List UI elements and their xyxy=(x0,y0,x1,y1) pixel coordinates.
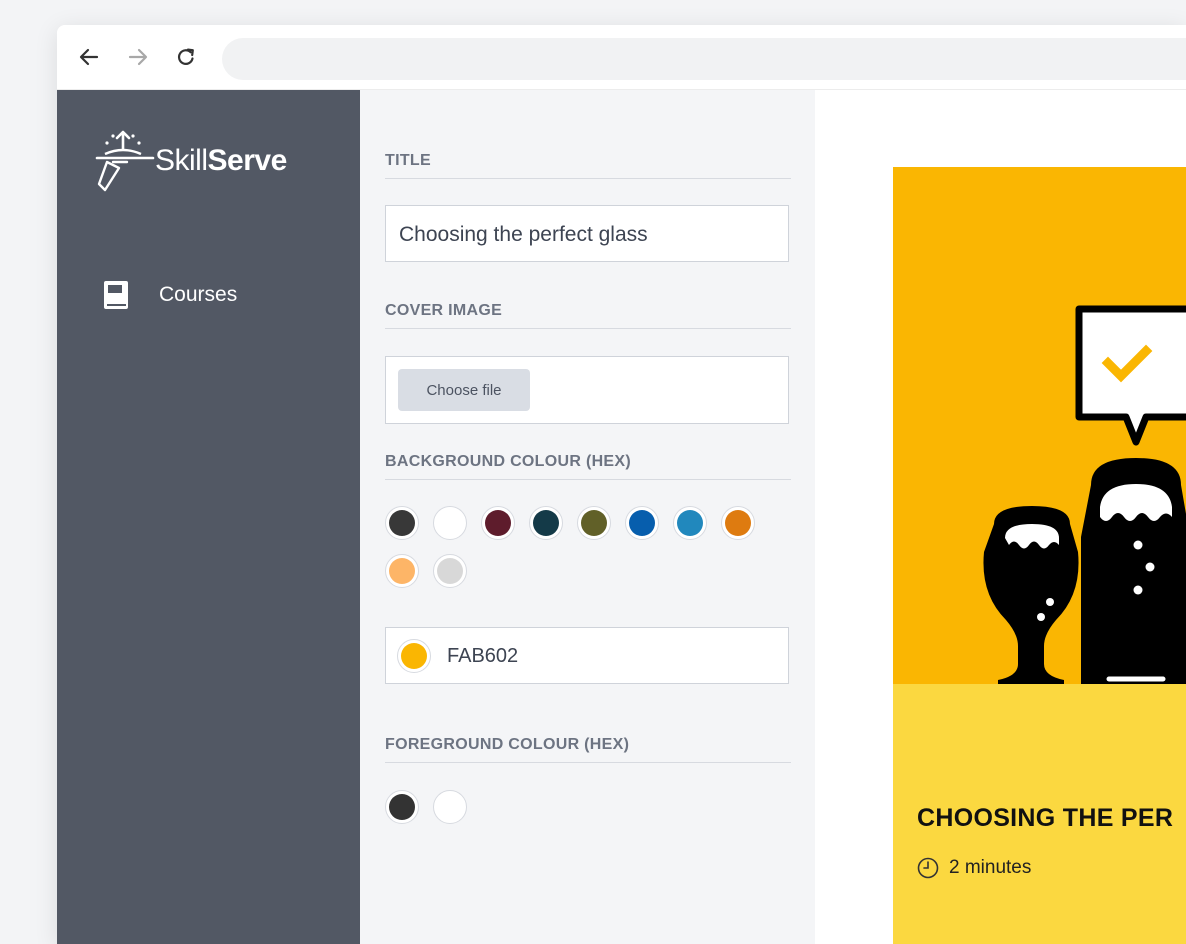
course-preview: CHOOSING THE PER 2 minutes xyxy=(815,90,1186,944)
card-duration: 2 minutes xyxy=(917,857,1031,879)
browser-toolbar xyxy=(57,25,1186,90)
card-cover-image xyxy=(893,167,1186,697)
cover-image-label: COVER IMAGE xyxy=(385,302,791,329)
beer-glasses-illustration xyxy=(983,305,1186,697)
book-icon xyxy=(104,281,128,309)
waiter-tray-icon xyxy=(95,130,155,192)
cover-image-field: Choose file xyxy=(385,356,789,424)
colour-swatch[interactable] xyxy=(529,506,563,540)
background-colour-label: BACKGROUND COLOUR (HEX) xyxy=(385,453,791,480)
colour-swatch[interactable] xyxy=(385,790,419,824)
title-input[interactable]: Choosing the perfect glass xyxy=(385,205,789,262)
colour-swatch[interactable] xyxy=(481,506,515,540)
logo-wordmark: SkillServe xyxy=(155,144,287,177)
colour-swatch[interactable] xyxy=(625,506,659,540)
colour-swatch[interactable] xyxy=(577,506,611,540)
colour-swatch[interactable] xyxy=(433,790,467,824)
colour-swatch[interactable] xyxy=(673,506,707,540)
back-arrow-icon[interactable] xyxy=(77,45,101,69)
forward-arrow-icon[interactable] xyxy=(126,45,150,69)
choose-file-button[interactable]: Choose file xyxy=(398,369,530,411)
reload-icon[interactable] xyxy=(174,45,198,69)
background-hex-input[interactable]: FAB602 xyxy=(385,627,789,684)
title-label: TITLE xyxy=(385,152,791,179)
card-title: CHOOSING THE PER xyxy=(917,804,1174,832)
sidebar-item-courses[interactable]: Courses xyxy=(103,278,237,312)
colour-swatch[interactable] xyxy=(385,554,419,588)
current-colour-swatch xyxy=(397,639,431,673)
colour-swatch[interactable] xyxy=(433,554,467,588)
clock-icon xyxy=(917,857,939,879)
sidebar: SkillServe Courses xyxy=(57,90,360,944)
hex-value: FAB602 xyxy=(447,645,519,667)
duration-text: 2 minutes xyxy=(949,857,1032,878)
colour-swatch[interactable] xyxy=(385,506,419,540)
colour-swatch[interactable] xyxy=(433,506,467,540)
address-bar[interactable] xyxy=(222,38,1186,80)
course-form: TITLE Choosing the perfect glass COVER I… xyxy=(360,90,815,944)
skillserve-logo[interactable]: SkillServe xyxy=(91,124,331,199)
foreground-colour-label: FOREGROUND COLOUR (HEX) xyxy=(385,736,791,763)
sidebar-item-label: Courses xyxy=(159,283,238,306)
course-card[interactable]: CHOOSING THE PER 2 minutes xyxy=(893,167,1186,944)
browser-window: SkillServe Courses TITLE Choosing the pe… xyxy=(57,25,1186,944)
colour-swatch[interactable] xyxy=(721,506,755,540)
